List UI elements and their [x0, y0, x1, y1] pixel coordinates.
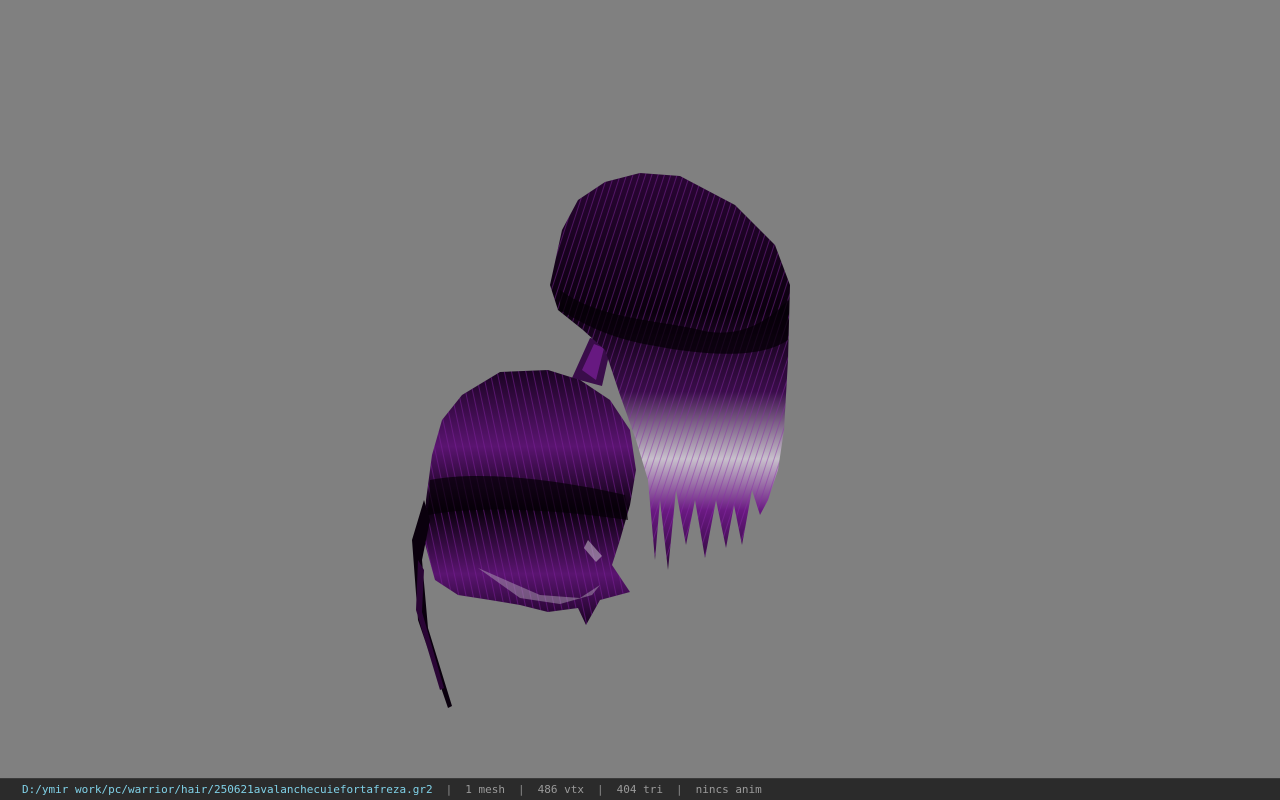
vertex-count-label: 486 vtx: [537, 783, 584, 796]
file-path-label: D:/ymir work/pc/warrior/hair/250621avala…: [22, 783, 433, 796]
status-bar: D:/ymir work/pc/warrior/hair/250621avala…: [0, 778, 1280, 800]
hair-piece-left: [424, 370, 636, 625]
status-separator: |: [445, 783, 453, 796]
3d-viewport[interactable]: [0, 0, 1280, 778]
status-separator: |: [517, 783, 525, 796]
animation-status-label: nincs anim: [695, 783, 762, 796]
hair-model-render: [412, 173, 790, 708]
status-separator: |: [675, 783, 683, 796]
mesh-count-label: 1 mesh: [465, 783, 505, 796]
status-separator: |: [596, 783, 604, 796]
triangle-count-label: 404 tri: [616, 783, 663, 796]
